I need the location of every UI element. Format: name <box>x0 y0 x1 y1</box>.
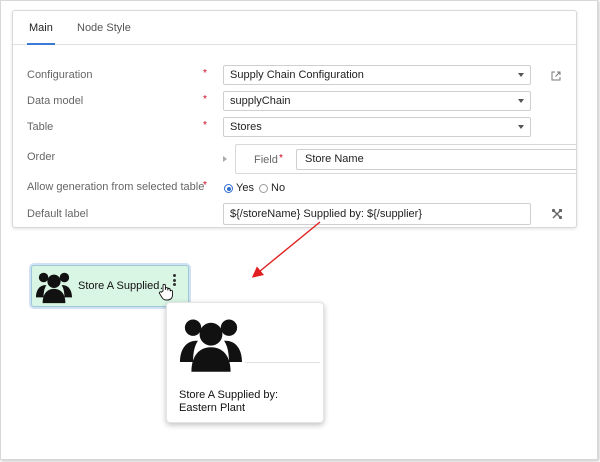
tab-node-style[interactable]: Node Style <box>77 19 131 45</box>
table-required-mark: * <box>203 120 207 131</box>
order-field-input[interactable]: Store Name <box>296 149 576 170</box>
table-value: Stores <box>230 121 262 133</box>
field-label: Field <box>254 154 278 166</box>
popup-label: Store A Supplied by: Eastern Plant <box>179 389 279 414</box>
data-model-required-mark: * <box>203 94 207 105</box>
chevron-down-icon <box>518 73 524 77</box>
chevron-down-icon <box>518 125 524 129</box>
hand-pointer-icon <box>158 283 173 301</box>
field-required-mark: * <box>279 153 283 164</box>
allow-generation-required-mark: * <box>203 180 207 191</box>
table-select[interactable]: Stores <box>223 117 531 137</box>
data-model-select[interactable]: supplyChain <box>223 91 531 111</box>
radio-no[interactable] <box>259 184 268 193</box>
chevron-down-icon <box>518 99 524 103</box>
external-link-icon[interactable] <box>551 71 561 81</box>
data-model-label: Data model <box>27 95 84 107</box>
data-model-value: supplyChain <box>230 95 291 107</box>
user-group-icon <box>36 272 72 304</box>
radio-yes[interactable] <box>224 184 233 193</box>
order-field-box: Field * Store Name <box>235 144 576 174</box>
configuration-label: Configuration <box>27 69 93 81</box>
default-label-input[interactable]: ${/storeName} Supplied by: ${/supplier} <box>223 203 531 225</box>
default-label-label: Default label <box>27 208 89 220</box>
configuration-value: Supply Chain Configuration <box>230 69 364 81</box>
radio-no-label[interactable]: No <box>271 182 285 194</box>
user-group-icon <box>180 319 242 372</box>
configuration-required-mark: * <box>203 68 207 79</box>
table-label: Table <box>27 121 54 133</box>
tools-icon[interactable] <box>551 208 563 220</box>
tab-main[interactable]: Main <box>27 19 55 45</box>
configuration-select[interactable]: Supply Chain Configuration <box>223 65 531 85</box>
configuration-panel: Main Node Style Configuration * Supply C… <box>12 10 577 228</box>
tab-bar: Main Node Style <box>13 11 576 45</box>
order-label: Order <box>27 151 56 163</box>
radio-yes-label[interactable]: Yes <box>236 182 254 194</box>
expand-arrow-icon[interactable] <box>223 156 227 162</box>
node-preview-popup: Store A Supplied by: Eastern Plant <box>166 302 324 423</box>
popup-divider <box>245 362 320 363</box>
allow-generation-label: Allow generation from selected table <box>27 181 205 193</box>
